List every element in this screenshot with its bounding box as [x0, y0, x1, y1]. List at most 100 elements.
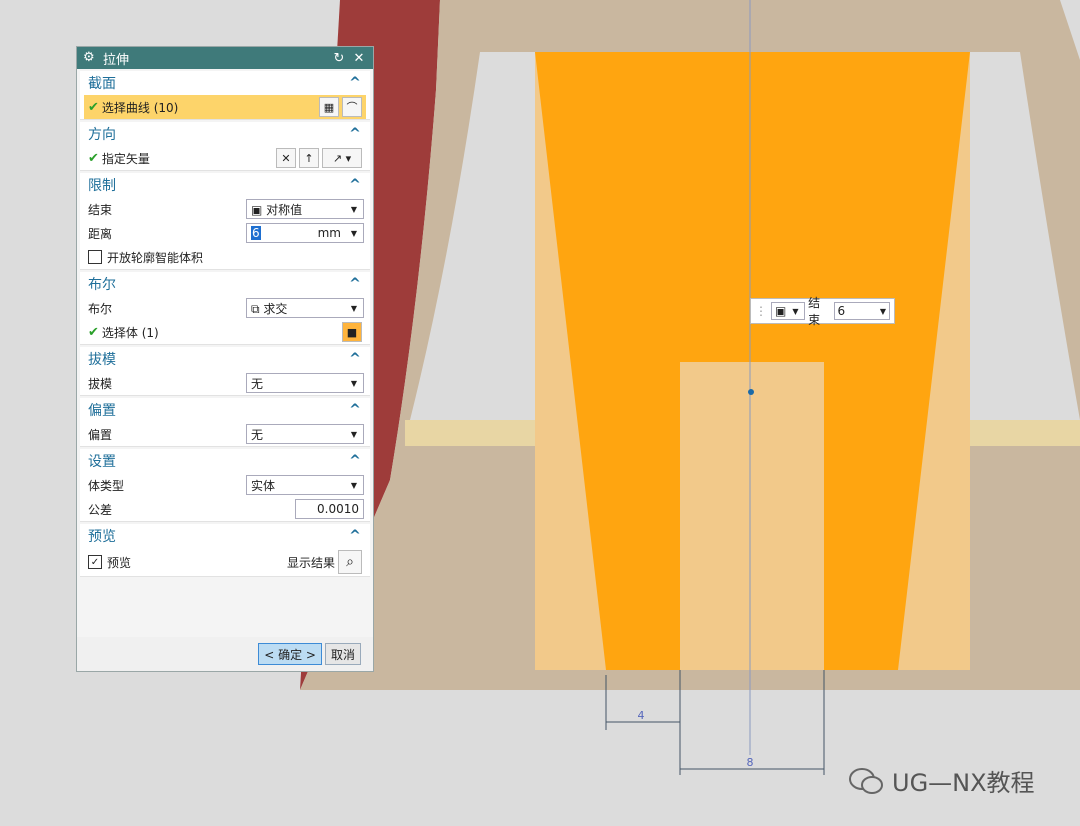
direction-title: 方向	[88, 127, 116, 143]
preview-header[interactable]: 预览 ^	[80, 524, 370, 548]
end-select[interactable]: ▣ 对称值 ▼	[246, 199, 364, 219]
section-title: 截面	[88, 76, 116, 92]
light-band-right	[970, 420, 1080, 446]
chevron-down-icon: ▼	[350, 303, 358, 313]
vector-label: 指定矢量	[101, 151, 150, 166]
section-header[interactable]: 截面 ^	[80, 71, 370, 95]
chevron-up-icon[interactable]: ^	[348, 75, 362, 91]
open-profile-checkbox[interactable]	[88, 250, 102, 264]
end-value: 对称值	[266, 202, 303, 217]
vector-dialog-icon[interactable]: ↑	[299, 148, 319, 168]
chevron-down-icon: ▼	[350, 429, 358, 439]
body-type-value: 实体	[251, 478, 276, 493]
preview-section: 预览 ^ ✓ 预览 显示结果 ⌕	[80, 524, 370, 577]
cancel-button[interactable]: 取消	[324, 643, 361, 665]
cube-icon: ▣	[775, 304, 787, 318]
chevron-up-icon[interactable]: ^	[348, 177, 362, 193]
direction-section: 方向 ^ ✔ 指定矢量 ✕ ↑ ↗ ▾	[80, 122, 370, 171]
gear-icon: ⚙	[83, 50, 95, 65]
float-type-dropdown[interactable]: ▣ ▼	[771, 302, 806, 320]
chevron-down-icon: ▼	[350, 378, 358, 388]
open-profile-row[interactable]: 开放轮廓智能体积	[80, 245, 370, 269]
watermark: UG—NX教程	[848, 763, 1035, 798]
solid-body-icon[interactable]: ■	[342, 322, 362, 342]
select-body-label: 选择体 (1)	[101, 325, 159, 340]
limits-title: 限制	[88, 178, 116, 194]
tolerance-input[interactable]: 0.0010	[295, 499, 364, 519]
boolean-value: 求交	[263, 301, 288, 316]
chevron-down-icon: ▼	[792, 306, 799, 316]
dialog-title: 拉伸	[103, 52, 130, 68]
cube-icon: ▣	[251, 202, 267, 217]
curve-icon[interactable]: ⌒	[342, 97, 362, 117]
chevron-down-icon: ▼	[350, 204, 358, 214]
distance-value: 6	[251, 226, 261, 240]
check-icon: ✔	[88, 324, 99, 340]
chevron-down-icon: ▼	[350, 228, 358, 238]
settings-title: 设置	[88, 454, 116, 470]
drag-handle[interactable]: ⋮	[755, 304, 767, 318]
chevron-down-icon: ▼	[879, 306, 886, 316]
draft-row: 拔模 无 ▼	[80, 371, 370, 395]
boolean-header[interactable]: 布尔 ^	[80, 272, 370, 296]
chevron-down-icon: ▼	[350, 480, 358, 490]
reverse-direction-icon[interactable]: ✕	[276, 148, 296, 168]
wechat-icon	[849, 767, 883, 794]
preview-title: 预览	[88, 529, 116, 545]
draft-title: 拔模	[88, 352, 116, 368]
tolerance-row: 公差 0.0010	[80, 497, 370, 521]
float-end-label: 结束	[808, 296, 821, 327]
preview-checkbox[interactable]: ✓	[88, 555, 102, 569]
settings-section: 设置 ^ 体类型 实体 ▼ 公差 0.0010	[80, 449, 370, 522]
direction-header[interactable]: 方向 ^	[80, 122, 370, 146]
open-profile-label: 开放轮廓智能体积	[107, 250, 204, 265]
chevron-up-icon[interactable]: ^	[348, 453, 362, 469]
limits-header[interactable]: 限制 ^	[80, 173, 370, 197]
direction-origin-point[interactable]	[748, 389, 754, 395]
magnifier-icon[interactable]: ⌕	[338, 550, 362, 574]
preview-row: ✓ 预览 显示结果 ⌕	[80, 548, 370, 576]
preview-label: 预览	[107, 555, 132, 570]
distance-unit: mm	[317, 226, 341, 240]
vector-row[interactable]: ✔ 指定矢量 ✕ ↑ ↗ ▾	[80, 146, 370, 170]
floating-end-input: ⋮ ▣ ▼ 结束 6 ▼	[750, 296, 895, 327]
chevron-up-icon[interactable]: ^	[348, 528, 362, 544]
distance-input[interactable]: 6 mm ▼	[246, 223, 364, 243]
section-section: 截面 ^ ✔ 选择曲线 (10) ▦ ⌒	[80, 71, 370, 120]
limits-section: 限制 ^ 结束 ▣ 对称值 ▼ 距离 6 mm ▼ 开放轮廓智能体积	[80, 173, 370, 270]
check-icon: ✔	[88, 99, 99, 115]
draft-select[interactable]: 无 ▼	[246, 373, 364, 393]
offset-header[interactable]: 偏置 ^	[80, 398, 370, 422]
dim-text-bottom[interactable]: 8	[747, 756, 754, 769]
body-type-select[interactable]: 实体 ▼	[246, 475, 364, 495]
offset-select[interactable]: 无 ▼	[246, 424, 364, 444]
dialog-titlebar[interactable]: ⚙ 拉伸 ↻ ✕	[77, 47, 373, 69]
reset-icon[interactable]: ↻	[331, 51, 347, 66]
intersect-icon: ⧉	[251, 301, 264, 316]
chevron-up-icon[interactable]: ^	[348, 402, 362, 418]
dim-text-left[interactable]: 4	[638, 709, 645, 722]
settings-header[interactable]: 设置 ^	[80, 449, 370, 473]
float-end-input[interactable]: 6 ▼	[833, 302, 890, 320]
light-band-left	[405, 420, 535, 446]
offset-value: 无	[251, 427, 264, 442]
close-icon[interactable]: ✕	[351, 51, 367, 66]
body-type-row: 体类型 实体 ▼	[80, 473, 370, 497]
offset-row: 偏置 无 ▼	[80, 422, 370, 446]
show-result-label: 显示结果	[286, 555, 335, 570]
boolean-title: 布尔	[88, 277, 116, 293]
draft-header[interactable]: 拔模 ^	[80, 347, 370, 371]
distance-row: 距离 6 mm ▼	[80, 221, 370, 245]
sketch-section-icon[interactable]: ▦	[319, 97, 339, 117]
chevron-up-icon[interactable]: ^	[348, 276, 362, 292]
float-end-value: 6	[837, 304, 846, 318]
select-body-row[interactable]: ✔ 选择体 (1) ■	[80, 320, 370, 344]
chevron-up-icon[interactable]: ^	[348, 351, 362, 367]
select-curve-row[interactable]: ✔ 选择曲线 (10) ▦ ⌒	[84, 95, 366, 119]
chevron-up-icon[interactable]: ^	[348, 126, 362, 142]
draft-value: 无	[251, 376, 264, 391]
ok-button[interactable]: < 确定 >	[258, 643, 322, 665]
dialog-button-bar: < 确定 > 取消	[77, 637, 373, 671]
vector-type-dropdown[interactable]: ↗ ▾	[322, 148, 362, 168]
boolean-select[interactable]: ⧉ 求交 ▼	[246, 298, 364, 318]
